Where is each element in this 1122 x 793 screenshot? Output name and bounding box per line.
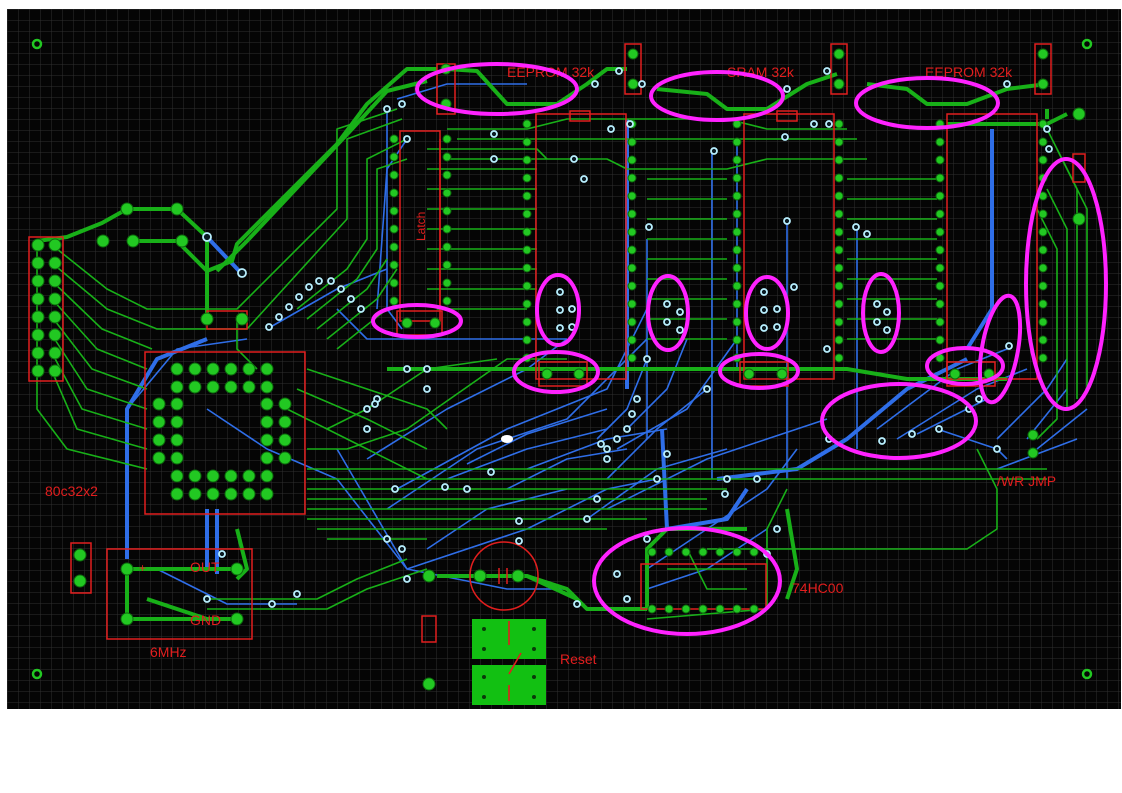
oscillator-pad — [120, 612, 134, 626]
oscillator-pad — [120, 562, 134, 576]
osc-gnd-label: GND — [190, 612, 221, 628]
pcb-canvas: EEPROM 32k SRAM 32k EEPROM 32k Latch 80c… — [7, 9, 1121, 709]
mounting-hole — [31, 38, 43, 50]
pad — [200, 312, 214, 326]
crystal-label: 6MHz — [150, 644, 187, 660]
pad — [126, 234, 140, 248]
wr-jumper-label: /WR JMP — [997, 473, 1056, 489]
power-jack-pad — [73, 548, 87, 562]
pcb-layout-view: EEPROM 32k SRAM 32k EEPROM 32k Latch 80c… — [7, 9, 1121, 709]
latch-label: Latch — [414, 212, 428, 241]
reset-pad — [422, 677, 436, 691]
pad — [235, 312, 249, 326]
wr-jumper-pad — [1027, 429, 1039, 441]
mounting-hole — [1081, 668, 1093, 680]
via — [501, 435, 513, 443]
oscillator-pad — [230, 562, 244, 576]
mcu-label: 80c32x2 — [45, 483, 98, 499]
reset-label: Reset — [560, 651, 597, 667]
osc-out-label: OUT — [190, 559, 220, 575]
nand-gate-label: 74HC00 — [792, 580, 844, 596]
reset-cap-pad — [473, 569, 487, 583]
reset-cap-pad — [511, 569, 525, 583]
oscillator-pad — [230, 612, 244, 626]
mounting-hole — [31, 668, 43, 680]
wr-jumper-pad — [1027, 447, 1039, 459]
power-jack-pad — [73, 574, 87, 588]
pad — [175, 234, 189, 248]
reset-pad — [422, 569, 436, 583]
pad — [170, 202, 184, 216]
mounting-hole — [1081, 38, 1093, 50]
oscillator-pin1-marker: + — [139, 561, 146, 575]
pad — [96, 234, 110, 248]
pad — [120, 202, 134, 216]
